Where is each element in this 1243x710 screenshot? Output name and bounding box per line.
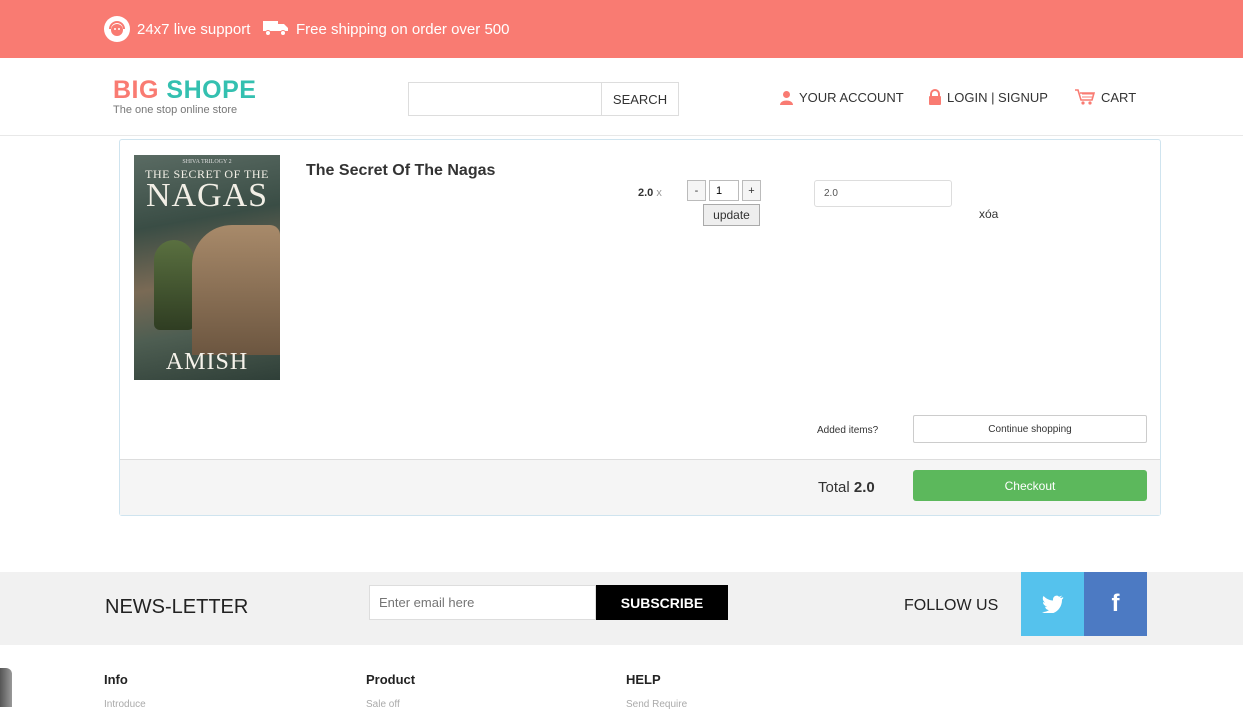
search-input[interactable]	[409, 83, 601, 115]
footer-link[interactable]: Introduce	[104, 699, 146, 710]
added-items-label: Added items?	[817, 425, 879, 436]
live-support: 24x7 live support	[104, 0, 250, 58]
cart-footer: Total 2.0 Checkout	[120, 459, 1160, 515]
quantity-input[interactable]	[709, 180, 739, 201]
newsletter-band: NEWS-LETTER SUBSCRIBE FOLLOW US f	[0, 572, 1243, 645]
cart-link[interactable]: CART	[1074, 58, 1136, 136]
free-shipping-text: Free shipping on order over 500	[296, 20, 510, 38]
decrement-button[interactable]: -	[687, 180, 706, 201]
footer-column-info: Info Introduce	[104, 672, 146, 710]
logo-tagline: The one stop online store	[113, 104, 238, 116]
footer-column-help: HELP Send Require	[626, 672, 687, 710]
truck-icon	[262, 18, 290, 40]
cart-total: Total 2.0	[818, 479, 875, 496]
remove-link[interactable]: xóa	[979, 207, 998, 221]
logo[interactable]: BIG SHOPE The one stop online store	[113, 76, 256, 116]
checkout-button[interactable]: Checkout	[913, 470, 1147, 501]
lock-icon	[929, 89, 941, 105]
update-button[interactable]: update	[703, 204, 760, 226]
total-value: 2.0	[853, 479, 875, 496]
cover-series: SHIVA TRILOGY 2	[182, 159, 232, 165]
unit-price: 2.0 x	[638, 187, 662, 199]
cover-title-line2: NAGAS	[145, 177, 269, 214]
follow-us-label: FOLLOW US	[904, 597, 999, 614]
search-button[interactable]: SEARCH	[601, 83, 678, 115]
free-shipping: Free shipping on order over 500	[262, 0, 509, 58]
login-signup-label: LOGIN | SIGNUP	[947, 89, 1048, 105]
footer-column-product: Product Sale off	[366, 672, 415, 710]
increment-button[interactable]: +	[742, 180, 761, 201]
search-form: SEARCH	[408, 82, 679, 116]
top-bar: 24x7 live support Free shipping on order…	[0, 0, 1243, 58]
cover-cobra	[154, 240, 194, 330]
live-support-text: 24x7 live support	[137, 20, 251, 38]
subscribe-button[interactable]: SUBSCRIBE	[596, 585, 728, 620]
newsletter-email-input[interactable]	[369, 585, 596, 620]
logo-shope: SHOPE	[166, 76, 257, 104]
footer-heading: HELP	[626, 672, 661, 687]
total-label: Total	[818, 479, 850, 496]
background-image-fragment	[0, 668, 12, 707]
product-image[interactable]: SHIVA TRILOGY 2 THE SECRET OF THE NAGAS …	[134, 155, 280, 380]
logo-big: BIG	[113, 76, 159, 104]
user-icon	[780, 90, 793, 105]
footer-heading: Product	[366, 672, 416, 687]
site-header: BIG SHOPE The one stop online store SEAR…	[0, 58, 1243, 136]
your-account-label: YOUR ACCOUNT	[799, 89, 904, 105]
login-signup-link[interactable]: LOGIN | SIGNUP	[928, 58, 1048, 136]
footer-link[interactable]: Sale off	[366, 699, 415, 710]
facebook-icon: f	[1111, 590, 1120, 617]
line-total-field: 2.0	[814, 180, 952, 207]
continue-shopping-button[interactable]: Continue shopping	[913, 415, 1147, 443]
twitter-button[interactable]	[1021, 572, 1084, 636]
logo-brand: BIG SHOPE	[113, 76, 256, 104]
footer-heading: Info	[104, 672, 128, 687]
product-name[interactable]: The Secret Of The Nagas	[306, 162, 495, 180]
newsletter-form: SUBSCRIBE	[369, 585, 728, 620]
cover-figure	[192, 225, 280, 355]
cart-icon	[1075, 89, 1096, 105]
your-account-link[interactable]: YOUR ACCOUNT	[779, 58, 904, 136]
twitter-icon	[1041, 595, 1063, 613]
newsletter-title: NEWS-LETTER	[105, 596, 249, 618]
times-sign: x	[656, 187, 662, 199]
cart-label: CART	[1101, 89, 1137, 105]
headset-icon	[104, 16, 130, 42]
facebook-button[interactable]: f	[1084, 572, 1147, 636]
cart-panel: SHIVA TRILOGY 2 THE SECRET OF THE NAGAS …	[119, 139, 1161, 516]
unit-price-value: 2.0	[638, 187, 654, 199]
quantity-stepper: - +	[687, 180, 761, 201]
cover-author: AMISH	[165, 349, 249, 375]
footer-link[interactable]: Send Require	[626, 699, 687, 710]
